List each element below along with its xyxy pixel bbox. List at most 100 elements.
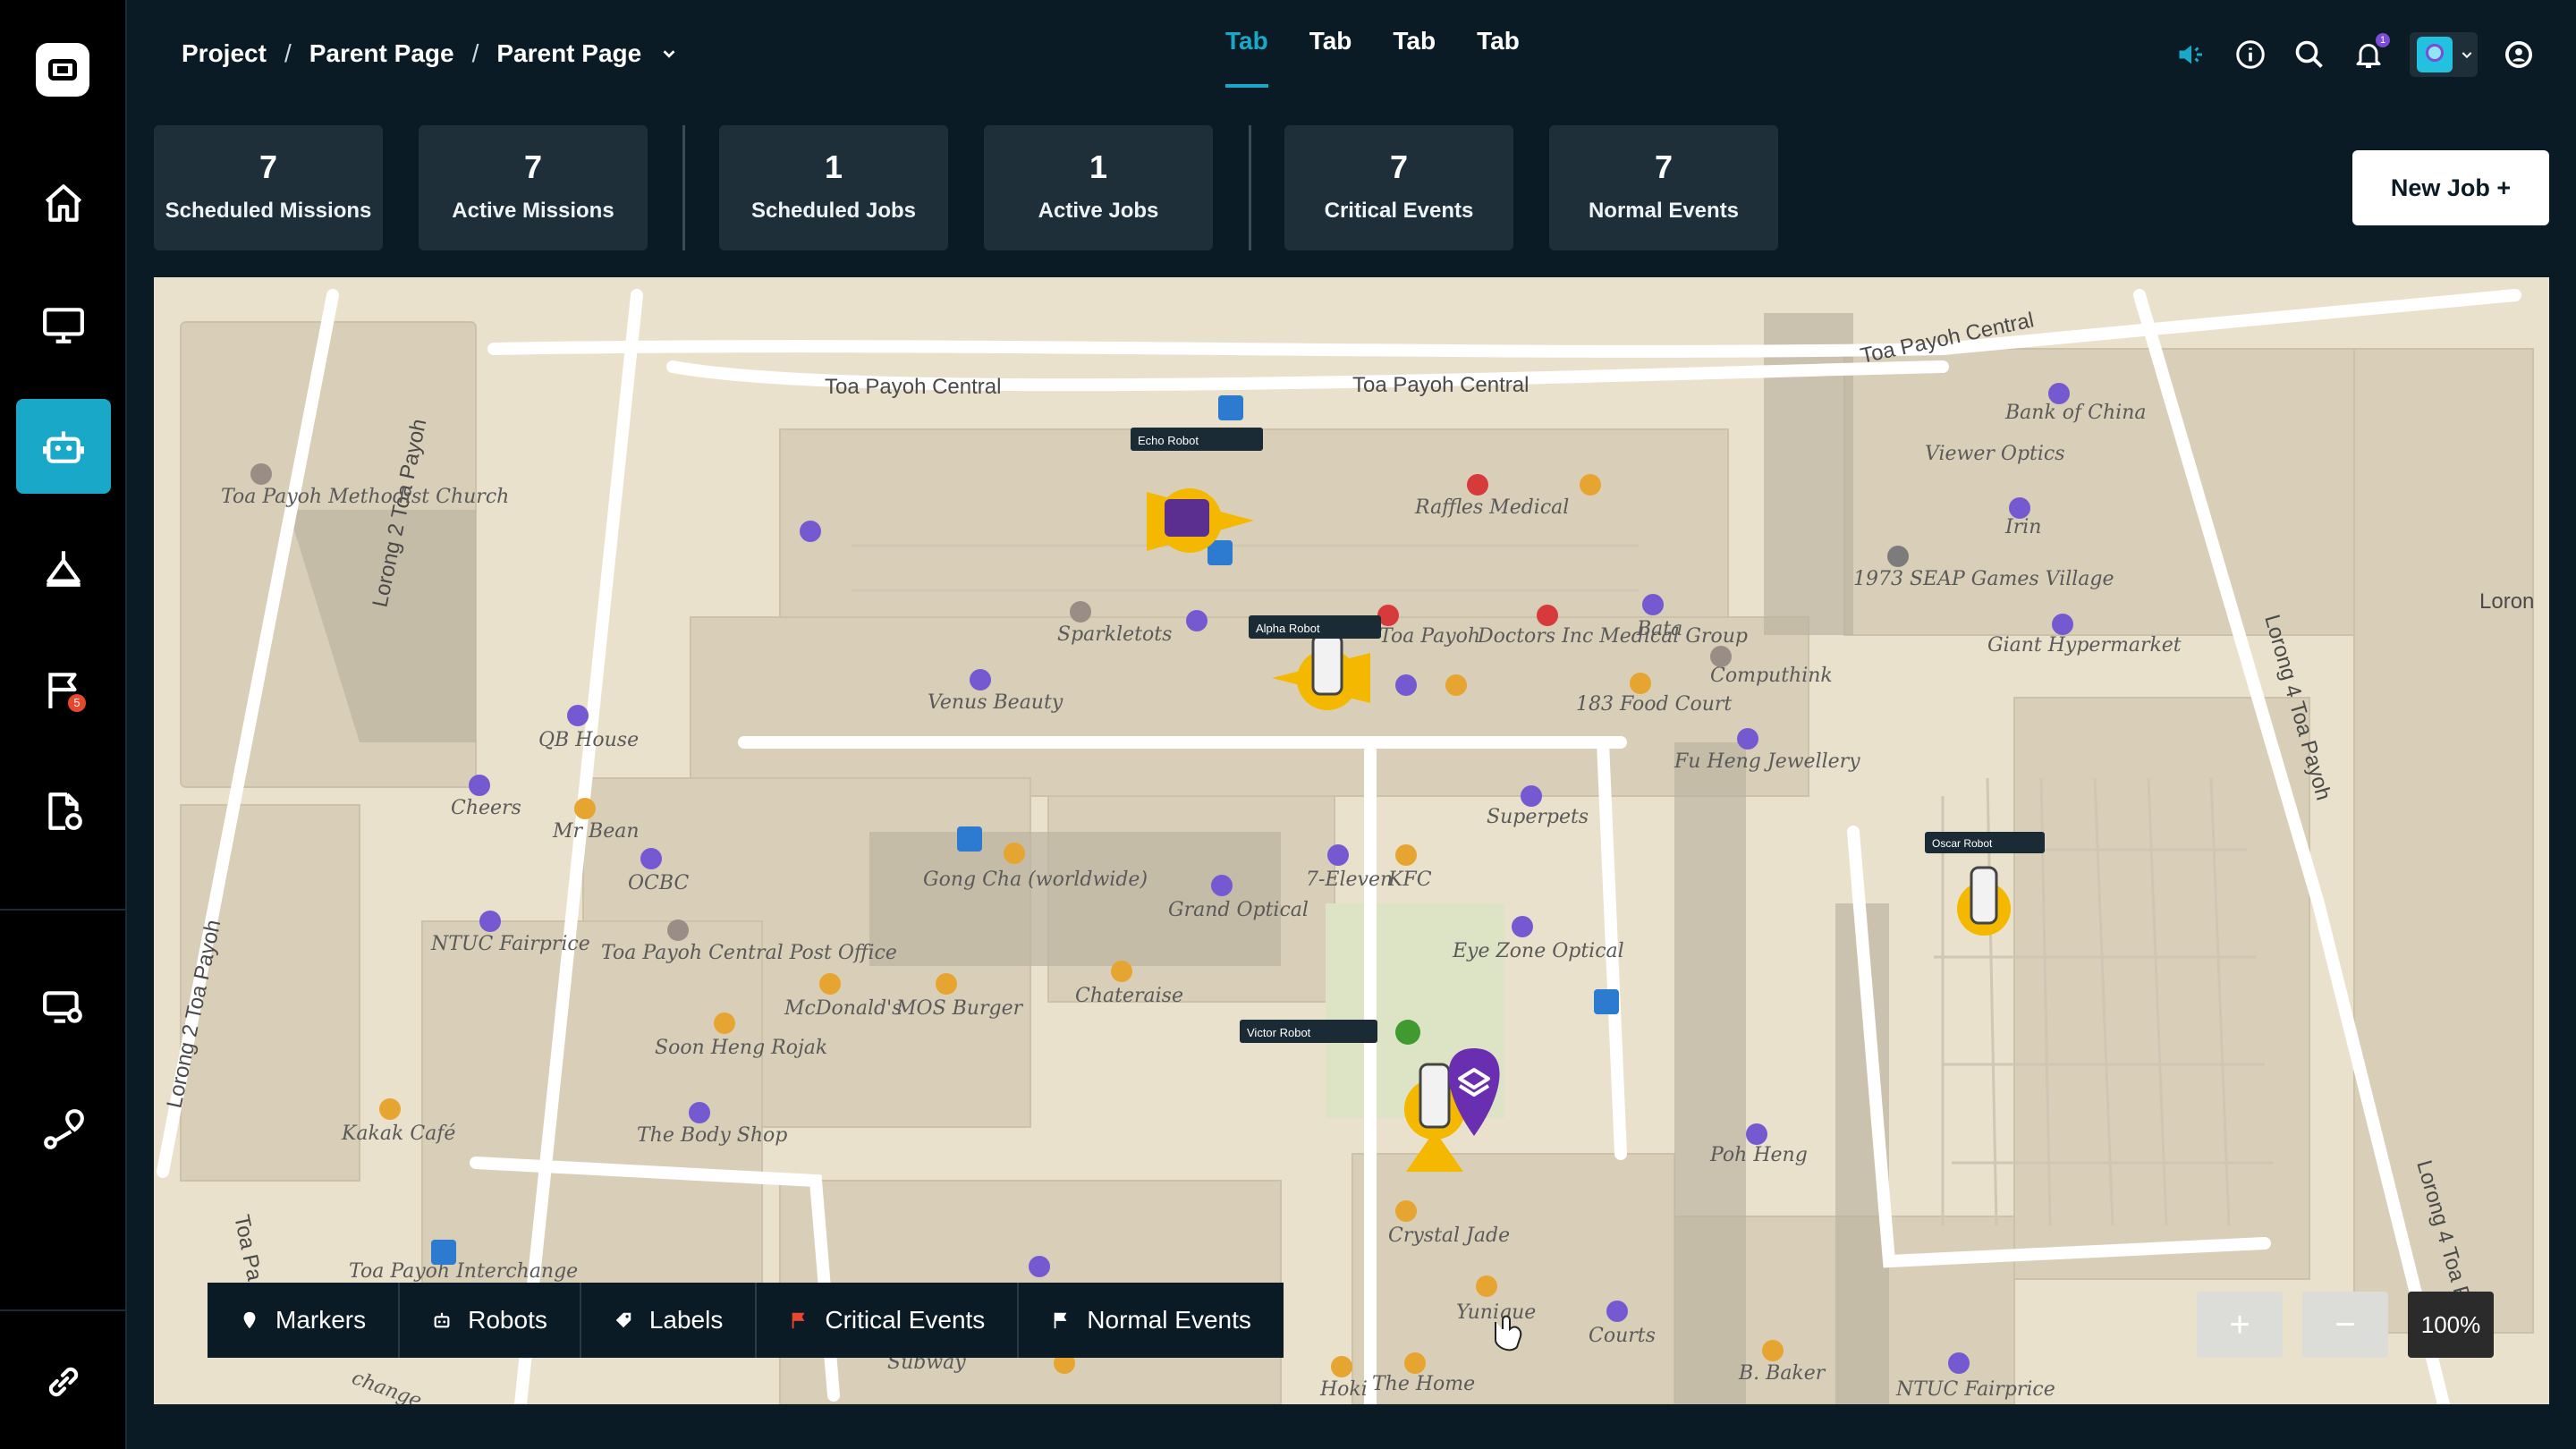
robot-avatar-selector[interactable] — [2410, 32, 2478, 77]
stat-active-jobs[interactable]: 1 Active Jobs — [984, 125, 1213, 250]
poi-label: Courts — [1589, 1325, 1656, 1347]
notifications-button[interactable]: 1 — [2351, 33, 2390, 72]
poi-label: Bank of China — [2004, 402, 2146, 424]
shop-icon[interactable] — [1642, 594, 1664, 615]
search-button[interactable] — [2292, 37, 2327, 72]
shop-icon[interactable] — [1512, 916, 1533, 937]
landmark-icon[interactable] — [1887, 546, 1909, 567]
food-icon[interactable] — [1445, 674, 1467, 696]
childcare-icon[interactable] — [1070, 601, 1091, 623]
stat-critical-events[interactable]: 7 Critical Events — [1284, 125, 1513, 250]
food-icon[interactable] — [1395, 1200, 1417, 1222]
food-icon[interactable] — [1476, 1275, 1497, 1297]
breadcrumb: Project / Parent Page / Parent Page — [182, 36, 679, 72]
tab-1[interactable]: Tab — [1225, 27, 1268, 88]
home-icon — [45, 184, 82, 222]
food-icon[interactable] — [574, 798, 596, 819]
shop-icon[interactable] — [1710, 646, 1732, 667]
food-icon[interactable] — [1111, 961, 1132, 982]
bus-stop-icon[interactable] — [431, 1240, 456, 1265]
breadcrumb-project[interactable]: Project — [182, 39, 267, 68]
parking-icon[interactable] — [1594, 989, 1619, 1014]
shop-icon[interactable] — [1606, 1301, 1628, 1322]
shop-icon[interactable] — [2052, 614, 2073, 635]
stat-active-missions[interactable]: 7 Active Missions — [419, 125, 648, 250]
tab-2[interactable]: Tab — [1309, 27, 1352, 88]
food-icon[interactable] — [1630, 673, 1651, 694]
layer-markers-button[interactable]: Markers — [208, 1283, 401, 1358]
sidebar-item-tripod[interactable] — [16, 521, 111, 615]
shop-icon[interactable] — [1948, 1352, 1970, 1374]
layer-labels-button[interactable]: Labels — [581, 1283, 758, 1358]
zoom-out-button[interactable]: − — [2302, 1292, 2388, 1358]
poi-label: OCBC — [628, 872, 689, 894]
jewellery-icon[interactable] — [1737, 728, 1758, 750]
user-menu-button[interactable] — [2501, 37, 2537, 72]
food-icon[interactable] — [1404, 1352, 1426, 1374]
layer-critical-events-button[interactable]: Critical Events — [757, 1283, 1020, 1358]
stat-normal-events[interactable]: 7 Normal Events — [1549, 125, 1778, 250]
shop-icon[interactable] — [1211, 875, 1233, 896]
breadcrumb-current[interactable]: Parent Page — [496, 39, 641, 68]
stat-scheduled-missions[interactable]: 7 Scheduled Missions — [154, 125, 383, 250]
sidebar-item-events[interactable]: 5 — [16, 642, 111, 737]
chevron-down-icon[interactable] — [659, 44, 679, 64]
map-view[interactable]: Toa Payoh Central Toa Payoh Central Toa … — [154, 277, 2549, 1404]
salon-icon[interactable] — [2009, 497, 2030, 519]
shop-icon[interactable] — [1521, 785, 1542, 807]
shop-icon[interactable] — [479, 911, 501, 932]
bank-icon[interactable] — [640, 848, 662, 869]
user-icon — [2505, 41, 2532, 68]
sidebar-item-reports[interactable] — [16, 764, 111, 859]
medical-icon[interactable] — [1537, 605, 1558, 626]
medical-icon[interactable] — [1467, 474, 1488, 496]
poi-label: Gong Cha (worldwide) — [923, 869, 1148, 891]
food-icon[interactable] — [936, 973, 957, 995]
salon-icon[interactable] — [567, 705, 589, 726]
bank-icon[interactable] — [2048, 383, 2070, 404]
info-button[interactable] — [2233, 37, 2268, 72]
shop-icon[interactable] — [800, 521, 821, 542]
bus-stop-icon[interactable] — [1218, 395, 1243, 420]
sidebar-item-home[interactable] — [16, 156, 111, 250]
mute-button[interactable] — [2174, 37, 2209, 72]
food-icon[interactable] — [1395, 844, 1417, 866]
food-icon[interactable] — [1004, 843, 1025, 864]
food-icon[interactable] — [1331, 1356, 1352, 1377]
shop-icon[interactable] — [469, 775, 490, 796]
park-icon[interactable] — [1395, 1020, 1420, 1045]
tab-3[interactable]: Tab — [1393, 27, 1436, 88]
sidebar-item-routes[interactable] — [16, 1082, 111, 1177]
food-icon[interactable] — [819, 973, 841, 995]
sidebar-item-robots[interactable] — [16, 399, 111, 494]
link-icon — [48, 1367, 79, 1397]
new-job-button[interactable]: New Job + — [2352, 150, 2549, 225]
parking-icon[interactable] — [957, 826, 982, 852]
food-icon[interactable] — [1762, 1340, 1784, 1361]
zoom-in-button[interactable]: + — [2197, 1292, 2283, 1358]
shop-icon[interactable] — [689, 1102, 710, 1123]
stat-scheduled-jobs[interactable]: 1 Scheduled Jobs — [719, 125, 948, 250]
shop-icon[interactable] — [1395, 674, 1417, 696]
shop-icon[interactable] — [1327, 844, 1349, 866]
food-icon[interactable] — [379, 1098, 401, 1120]
stat-label: Active Missions — [452, 199, 614, 223]
shop-icon[interactable] — [1029, 1256, 1050, 1277]
shop-icon[interactable] — [1186, 610, 1208, 631]
sidebar-item-integrations[interactable] — [16, 1335, 111, 1429]
stat-label: Scheduled Missions — [165, 199, 372, 223]
poi-label: MOS Burger — [895, 997, 1024, 1020]
breadcrumb-parent[interactable]: Parent Page — [309, 39, 454, 68]
sidebar-item-remote[interactable] — [16, 961, 111, 1055]
food-icon[interactable] — [714, 1013, 735, 1034]
app-logo-icon[interactable] — [36, 43, 89, 97]
layer-normal-events-button[interactable]: Normal Events — [1019, 1283, 1284, 1358]
sidebar-item-monitor[interactable] — [16, 277, 111, 372]
shop-icon[interactable] — [1746, 1123, 1767, 1145]
layer-robots-button[interactable]: Robots — [400, 1283, 581, 1358]
church-icon[interactable] — [250, 463, 272, 485]
post-office-icon[interactable] — [667, 919, 689, 941]
beauty-icon[interactable] — [970, 669, 991, 691]
food-icon[interactable] — [1580, 474, 1601, 496]
tab-4[interactable]: Tab — [1477, 27, 1520, 88]
